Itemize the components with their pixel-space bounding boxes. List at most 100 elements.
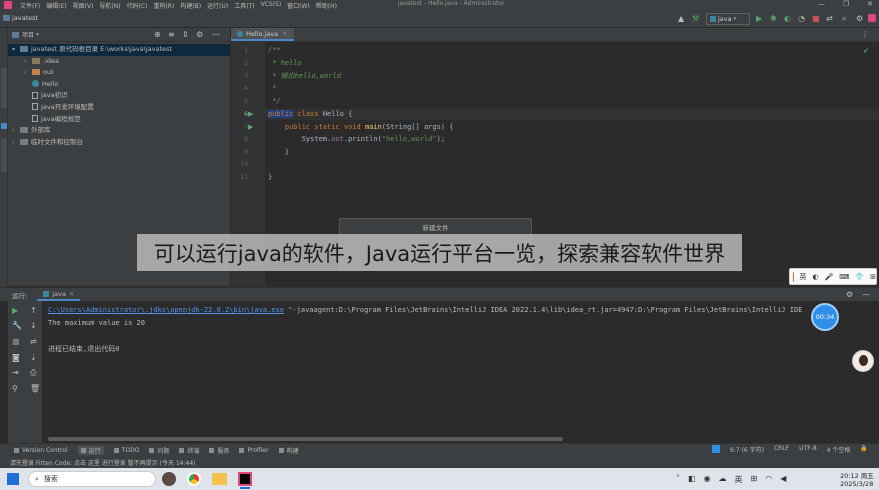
wechat-icon[interactable]: ◉ xyxy=(704,474,711,485)
project-tree-item[interactable]: Hello xyxy=(8,79,230,91)
ime-toolbar[interactable]: 英 ◐ 🎤 ⌨ 👕 ⊞ xyxy=(789,268,877,285)
chevron-right-icon[interactable]: › xyxy=(24,67,32,79)
line-separator[interactable]: CRLF xyxy=(774,445,789,454)
tool-button-services[interactable]: 服务 xyxy=(209,446,229,455)
tool-button-terminal[interactable]: 终端 xyxy=(179,446,199,455)
line-number[interactable]: 1 xyxy=(234,46,248,54)
code-line-5[interactable]: */ xyxy=(268,97,280,105)
line-number[interactable]: 3 xyxy=(234,71,248,79)
chevron-right-icon[interactable]: › xyxy=(12,137,20,149)
run-main-gutter-icon[interactable]: ▶ xyxy=(248,123,253,131)
hide-icon[interactable]: — xyxy=(862,291,870,299)
menu-help[interactable]: 帮助(H) xyxy=(316,1,337,10)
code-line-1[interactable]: /** xyxy=(268,46,281,54)
indent-setting[interactable]: 4 个空格 xyxy=(827,445,851,454)
menu-edit[interactable]: 编辑(E) xyxy=(46,1,66,10)
project-tree-item[interactable]: › out xyxy=(8,67,230,79)
caret-position[interactable]: 6:7 (6 字符) xyxy=(730,445,764,454)
recording-timer-badge[interactable]: 00:34 xyxy=(811,303,839,331)
code-line-3[interactable]: * 输出hello,world xyxy=(268,71,341,81)
project-tree-item[interactable]: › 外部库 xyxy=(8,125,230,137)
close-tab-icon[interactable]: ✕ xyxy=(282,30,287,38)
menu-vcs[interactable]: VCS(S) xyxy=(261,1,282,10)
project-tool-label[interactable] xyxy=(1,68,7,108)
chrome-icon[interactable] xyxy=(187,472,201,486)
console-command[interactable]: C:\Users\Administrator\.jdks\openjdk-22.… xyxy=(48,306,873,314)
search-icon[interactable]: ⌕ xyxy=(842,15,846,23)
project-tree-item[interactable]: Java开发环境配置 xyxy=(8,102,230,114)
close-tab-icon[interactable]: ✕ xyxy=(69,288,74,300)
project-tree-item[interactable]: › 临时文件和控制台 xyxy=(8,137,230,149)
intellij-icon[interactable] xyxy=(238,472,252,486)
collapse-all-icon[interactable]: ≡ xyxy=(168,31,175,39)
fitten-login-notice[interactable]: 请先登录 Fitten Code: 点击 这里 进行登录 暂不再提示 (今天 1… xyxy=(10,458,196,467)
keyword-public-selected[interactable]: public xyxy=(268,110,294,118)
menu-refactor[interactable]: 重构(R) xyxy=(153,1,174,10)
lock-icon[interactable]: 🔒 xyxy=(860,445,867,454)
hammer-icon[interactable]: ⚒ xyxy=(692,15,699,23)
project-tree-item[interactable]: java初识 xyxy=(8,90,230,102)
tab-hello-java[interactable]: Hello.java ✕ xyxy=(231,28,294,41)
menu-tools[interactable]: 工具(T) xyxy=(234,1,254,10)
network-icon[interactable]: ◧ xyxy=(688,474,696,485)
stop-icon[interactable]: ■ xyxy=(12,338,20,346)
scroll-end-icon[interactable]: ⇣ xyxy=(30,354,37,362)
tool-button-run[interactable]: 运行 xyxy=(77,445,104,455)
camera-icon[interactable]: ◙ xyxy=(12,354,20,362)
file-encoding[interactable]: UTF-8 xyxy=(799,445,817,454)
code-line-6[interactable]: public class Hello { xyxy=(268,110,352,118)
menu-code[interactable]: 代码(C) xyxy=(127,1,148,10)
breadcrumb[interactable]: javatest xyxy=(12,14,38,22)
gear-icon[interactable]: ⚙ xyxy=(846,291,853,299)
wifi-icon[interactable]: ◠ xyxy=(765,474,772,485)
code-line-7[interactable]: public static void main(String[] args) { xyxy=(268,123,454,131)
down-icon[interactable]: ↓ xyxy=(30,322,37,330)
line-number[interactable]: 7 xyxy=(234,123,248,131)
menu-navigate[interactable]: 导航(N) xyxy=(99,1,120,10)
inspection-ok-icon[interactable]: ✔ xyxy=(863,47,869,55)
coverage-icon[interactable]: ◐ xyxy=(784,15,791,23)
line-number[interactable]: 6 xyxy=(234,110,248,118)
menu-build[interactable]: 构建(B) xyxy=(180,1,201,10)
line-number[interactable]: 5 xyxy=(234,97,248,105)
line-number[interactable]: 8 xyxy=(234,135,248,143)
code-line-11[interactable]: } xyxy=(268,173,272,181)
line-number[interactable]: 10 xyxy=(234,160,248,168)
cloud-icon[interactable]: ☁ xyxy=(719,474,727,485)
minimize-icon[interactable]: — xyxy=(818,0,825,8)
start-icon[interactable] xyxy=(7,473,19,485)
plugin-logo-icon[interactable] xyxy=(868,14,876,22)
line-number[interactable]: 2 xyxy=(234,59,248,67)
translate-icon[interactable]: ⇄ xyxy=(826,15,833,23)
chevron-right-icon[interactable]: › xyxy=(12,125,20,137)
avatar[interactable] xyxy=(852,350,874,372)
tool-button-problems[interactable]: 问题 xyxy=(149,446,169,455)
code-line-4[interactable]: * xyxy=(268,84,276,92)
wrench-icon[interactable]: 🔧 xyxy=(12,322,22,330)
clock-date[interactable]: 2025/3/28 xyxy=(840,480,873,488)
chevron-right-icon[interactable]: › xyxy=(24,56,32,68)
tab-run-java[interactable]: java ✕ xyxy=(37,288,81,301)
run-icon[interactable]: ▶ xyxy=(756,15,762,23)
volume-icon[interactable]: ◀ xyxy=(780,474,786,485)
debug-icon[interactable]: ✱ xyxy=(770,15,777,23)
java-exe-link[interactable]: C:\Users\Administrator\.jdks\openjdk-22.… xyxy=(48,306,284,314)
expand-icon[interactable]: ⇕ xyxy=(182,31,189,39)
restore-icon[interactable]: ❐ xyxy=(843,0,849,8)
code-line-2[interactable]: * hello xyxy=(268,59,302,67)
locate-icon[interactable]: ⊕ xyxy=(154,31,161,39)
tool-button-build[interactable]: 构建 xyxy=(278,446,299,455)
gear-icon[interactable]: ⚙ xyxy=(196,31,203,39)
run-class-gutter-icon[interactable]: ▶ xyxy=(248,110,253,118)
app-avatar-icon[interactable] xyxy=(162,472,176,486)
tool-button-branch[interactable]: Version Control xyxy=(14,447,68,454)
line-number[interactable]: 11 xyxy=(234,173,248,181)
explorer-icon[interactable] xyxy=(212,473,227,485)
line-number[interactable]: 9 xyxy=(234,148,248,156)
project-tree-item[interactable]: ▾ javatest 原代码根目录 E:\works\java\javatest xyxy=(8,44,230,56)
settings-icon[interactable]: ⚙ xyxy=(856,15,863,23)
tool-button-list[interactable]: TODO xyxy=(113,447,139,454)
tool-button-profiler[interactable]: Profiler xyxy=(239,447,269,454)
user-icon[interactable]: ▲ xyxy=(678,15,684,23)
exit-icon[interactable]: ⇥ xyxy=(12,369,19,377)
